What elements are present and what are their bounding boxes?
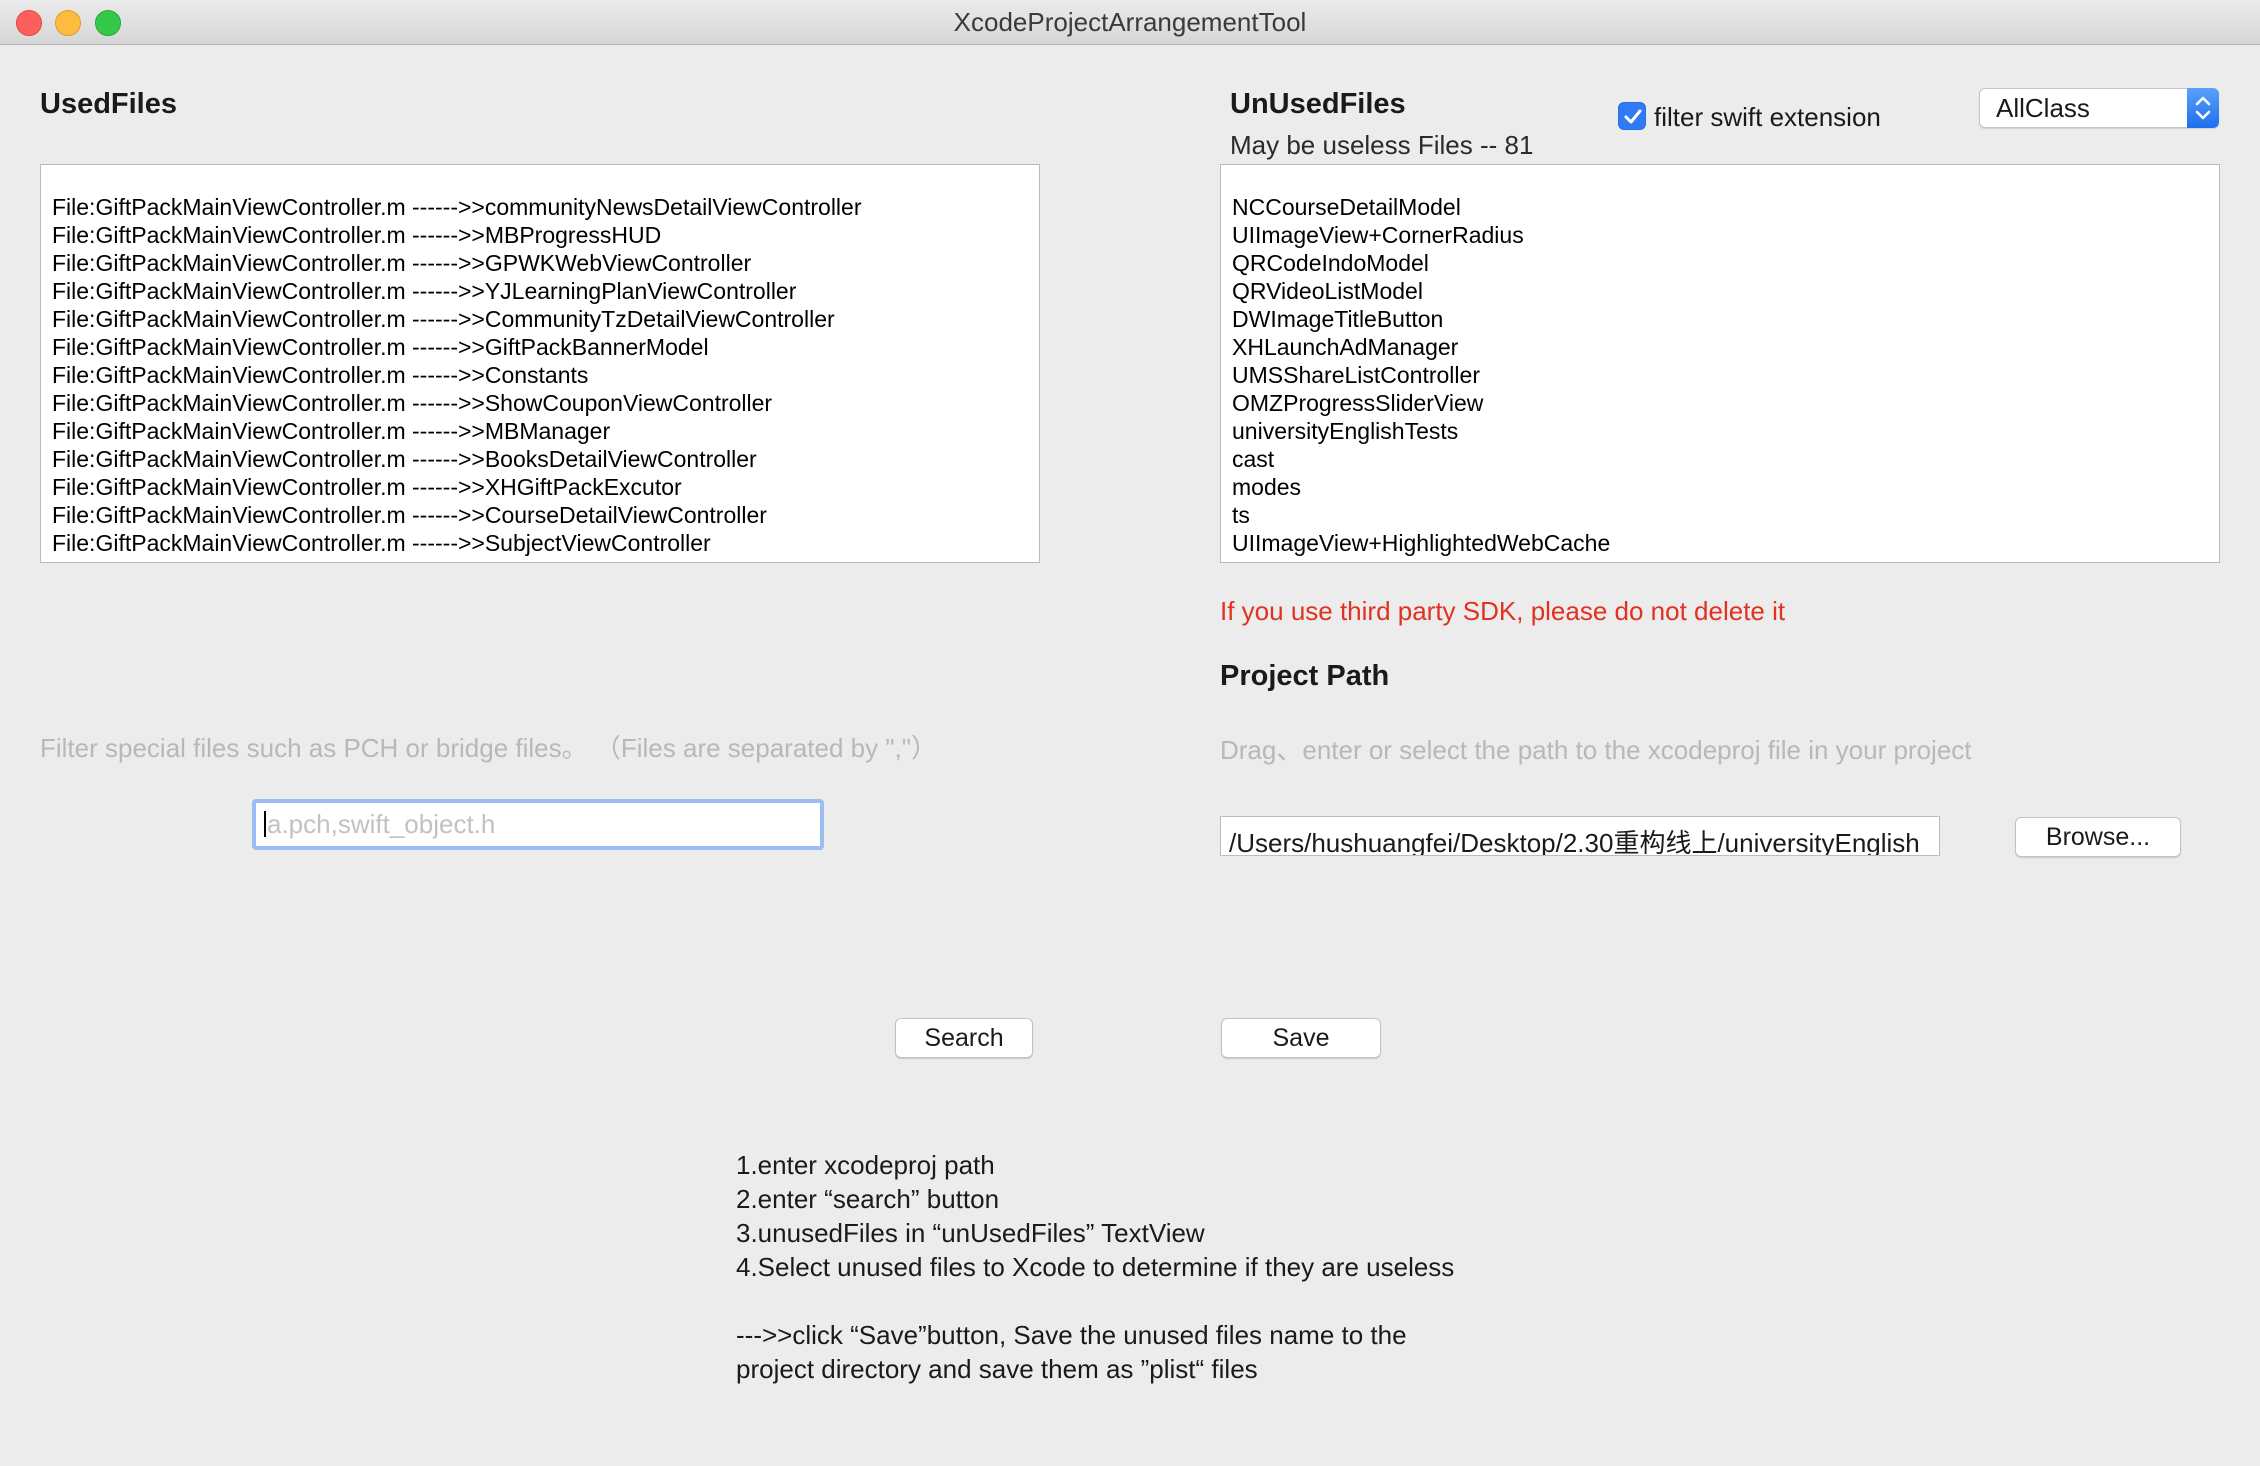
used-file-line: File:GiftPackMainViewController.m ------… [52, 362, 589, 388]
used-file-line: File:GiftPackMainViewController.m ------… [52, 446, 757, 472]
unused-file-line: ts [1232, 502, 1250, 528]
used-file-line: File:GiftPackMainViewController.m ------… [52, 194, 862, 220]
used-file-line: File:GiftPackMainViewController.m ------… [52, 530, 711, 556]
used-files-heading: UsedFiles [40, 88, 177, 120]
filter-swift-checkbox[interactable] [1618, 102, 1646, 130]
project-path-hint: Drag、enter or select the path to the xco… [1220, 735, 1972, 765]
used-file-line: File:GiftPackMainViewController.m ------… [52, 250, 752, 276]
unused-file-line: UIImageView+CornerRadius [1232, 222, 1524, 248]
instruction-line: 2.enter “search” button [736, 1184, 1000, 1214]
filter-files-input[interactable]: a.pch,swift_object.h [252, 799, 824, 850]
unused-file-line: OMZProgressSliderView [1232, 390, 1484, 416]
browse-button[interactable]: Browse... [2015, 817, 2181, 857]
search-button[interactable]: Search [895, 1018, 1033, 1058]
window-title: XcodeProjectArrangementTool [953, 7, 1307, 37]
unused-file-line: QRVideoListModel [1232, 278, 1423, 304]
unused-files-count: May be useless Files -- 81 [1230, 130, 1534, 160]
class-type-value: AllClass [1996, 93, 2090, 123]
sdk-warning: If you use third party SDK, please do no… [1220, 596, 1786, 626]
filter-files-hint: Filter special files such as PCH or brid… [40, 733, 938, 763]
filter-files-placeholder: a.pch,swift_object.h [267, 809, 496, 839]
used-file-line: File:GiftPackMainViewController.m ------… [52, 390, 773, 416]
unused-file-line: universityEnglishTests [1232, 418, 1459, 444]
instruction-line: --->>click “Save”button, Save the unused… [736, 1320, 1407, 1350]
instruction-line: project directory and save them as ”plis… [736, 1354, 1258, 1384]
unused-files-textview[interactable]: NCCourseDetailModel UIImageView+CornerRa… [1220, 164, 2220, 563]
project-path-heading: Project Path [1220, 660, 1390, 692]
unused-file-line: UMSShareListController [1232, 362, 1480, 388]
instructions: 1.enter xcodeproj path 2.enter “search” … [736, 1148, 1454, 1386]
class-type-select[interactable]: AllClass [1979, 88, 2219, 128]
used-file-line: File:GiftPackMainViewController.m ------… [52, 418, 611, 444]
unused-file-line: NCCourseDetailModel [1232, 194, 1461, 220]
instruction-spacer [736, 1284, 1454, 1318]
checkmark-icon [1624, 109, 1642, 124]
unused-files-heading: UnUsedFiles [1230, 88, 1406, 120]
project-path-value: /Users/hushuangfei/Desktop/2.30重构线上/univ… [1229, 828, 1920, 856]
unused-file-line: QRCodeIndoModel [1232, 250, 1429, 276]
save-button[interactable]: Save [1221, 1018, 1381, 1058]
used-file-line: File:GiftPackMainViewController.m ------… [52, 306, 835, 332]
unused-file-line: modes [1232, 474, 1302, 500]
used-file-line: File:GiftPackMainViewController.m ------… [52, 222, 662, 248]
unused-file-line: DWImageTitleButton [1232, 306, 1444, 332]
filter-swift-label[interactable]: filter swift extension [1654, 102, 1881, 133]
unused-file-line: cast [1232, 446, 1275, 472]
unused-file-line: XHLaunchAdManager [1232, 334, 1459, 360]
instruction-line: 1.enter xcodeproj path [736, 1150, 995, 1180]
used-file-line: File:GiftPackMainViewController.m ------… [52, 502, 767, 528]
instruction-line: 4.Select unused files to Xcode to determ… [736, 1252, 1455, 1282]
title-bar: XcodeProjectArrangementTool [0, 0, 2260, 45]
updown-chevron-icon [2187, 88, 2219, 128]
used-file-line: File:GiftPackMainViewController.m ------… [52, 334, 709, 360]
used-file-line: File:GiftPackMainViewController.m ------… [52, 278, 797, 304]
used-files-textview[interactable]: File:GiftPackMainViewController.m ------… [40, 164, 1040, 563]
project-path-input[interactable]: /Users/hushuangfei/Desktop/2.30重构线上/univ… [1220, 816, 1940, 856]
text-caret [264, 811, 266, 837]
instruction-line: 3.unusedFiles in “unUsedFiles” TextView [736, 1218, 1205, 1248]
used-file-line: File:GiftPackMainViewController.m ------… [52, 474, 682, 500]
unused-file-line: UIImageView+HighlightedWebCache [1232, 530, 1611, 556]
